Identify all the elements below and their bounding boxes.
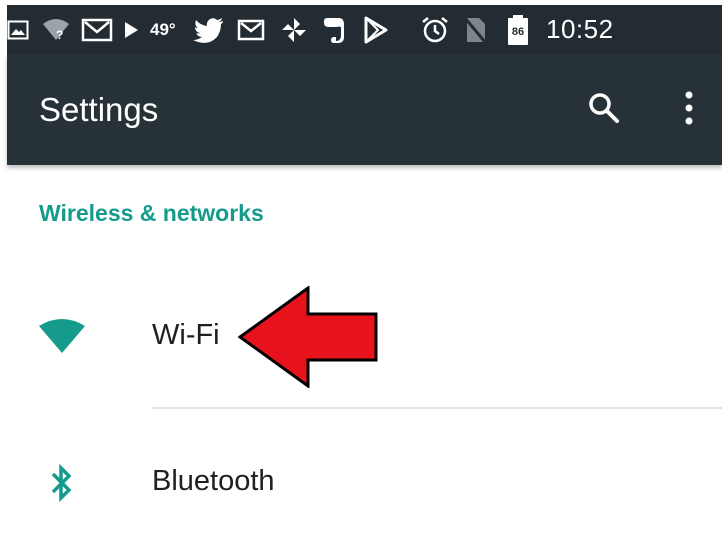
gallery-icon [7,5,29,54]
pinwheel-icon [280,5,308,54]
search-icon [586,90,622,131]
no-sim-icon [463,5,487,54]
page-title: Settings [39,91,159,128]
play-store-icon [363,5,389,54]
alarm-icon [420,5,450,54]
settings-item-bluetooth[interactable]: Bluetooth [7,433,722,533]
settings-item-label-bluetooth: Bluetooth [152,465,275,497]
app-toolbar: Settings [7,54,722,165]
red-arrow-icon [237,285,378,389]
clock-time: 10:52 [546,14,614,44]
search-button[interactable] [580,86,628,134]
gmail-icon [237,5,265,54]
list-divider [152,407,722,409]
evernote-icon [321,5,347,54]
bluetooth-icon [37,458,87,508]
battery-level-text: 86 [511,25,525,38]
overflow-menu-button[interactable] [665,86,713,134]
play-icon [123,5,139,54]
temperature-text: 49° [150,19,176,39]
more-vert-icon [684,90,694,131]
wifi-icon [37,311,87,361]
status-bar: ? 49° 86 10:52 [7,5,722,54]
settings-item-label-wifi: Wi-Fi [152,319,220,351]
svg-text:?: ? [56,28,63,42]
gmail-icon [81,5,113,54]
wifi-unknown-icon: ? [41,5,71,54]
twitter-icon [193,5,225,54]
section-header-wireless: Wireless & networks [39,200,264,226]
